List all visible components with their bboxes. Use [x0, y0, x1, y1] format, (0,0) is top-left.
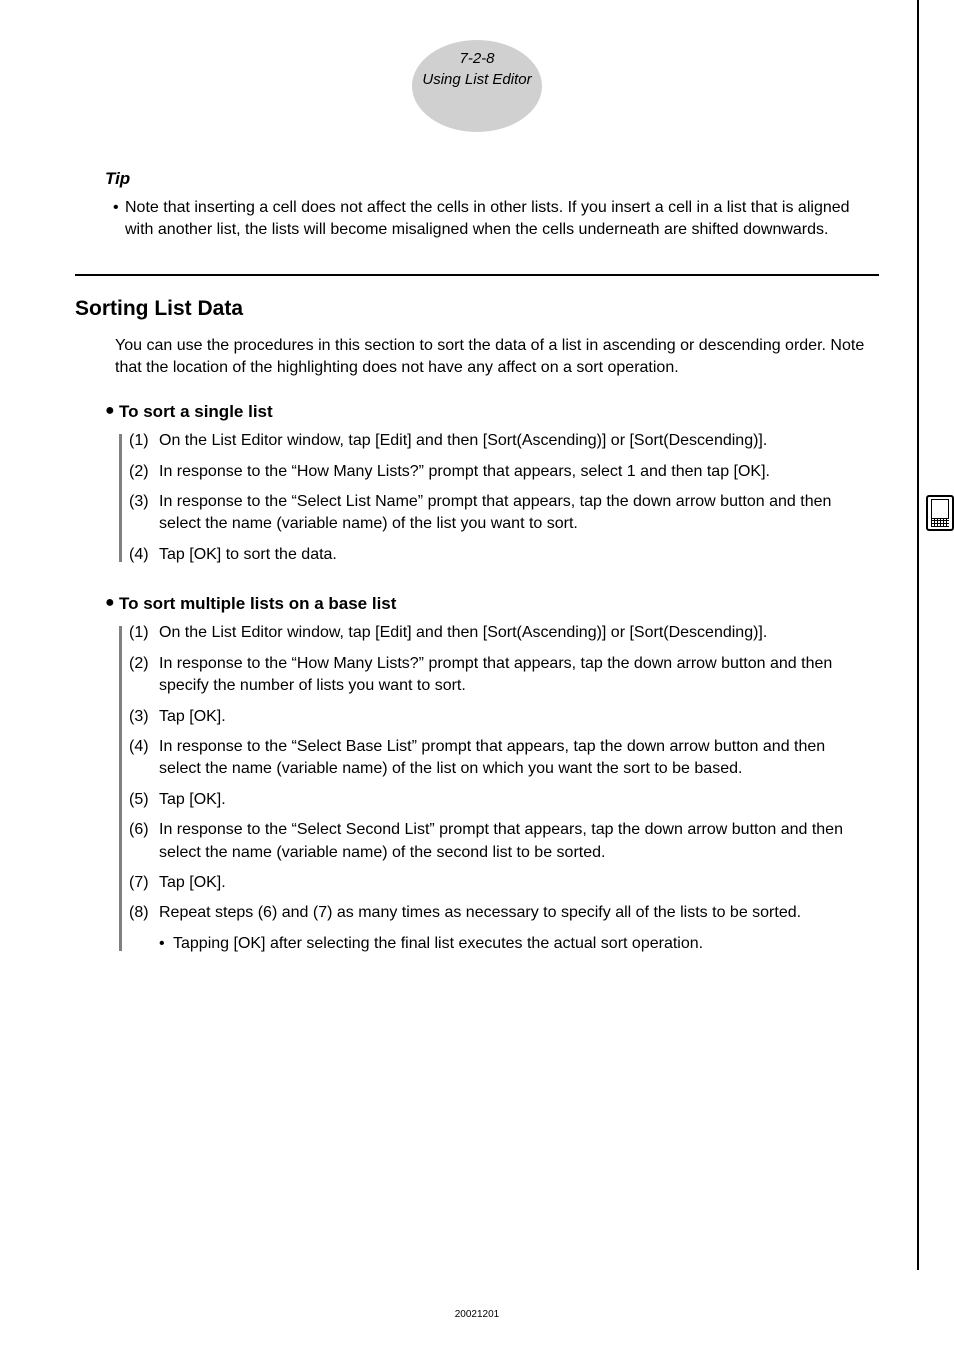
- step-note-text: Tapping [OK] after selecting the final l…: [173, 933, 869, 955]
- step-num: (3): [129, 491, 159, 536]
- step-text: In response to the “How Many Lists?” pro…: [159, 461, 869, 483]
- step-num: (4): [129, 544, 159, 566]
- disc-bullet: ●: [105, 400, 119, 422]
- section-intro: You can use the procedures in this secti…: [115, 335, 869, 380]
- step-num: (6): [129, 819, 159, 864]
- step-text: In response to the “Select List Name” pr…: [159, 491, 869, 536]
- step-text: Tap [OK].: [159, 789, 869, 811]
- step-text: On the List Editor window, tap [Edit] an…: [159, 622, 869, 644]
- step-note: •Tapping [OK] after selecting the final …: [159, 933, 869, 955]
- page-number: 7-2-8: [412, 48, 542, 69]
- step-num: (3): [129, 706, 159, 728]
- step-text: Tap [OK] to sort the data.: [159, 544, 869, 566]
- step-num: (5): [129, 789, 159, 811]
- step-text: In response to the “Select Base List” pr…: [159, 736, 869, 781]
- disc-bullet: ●: [105, 592, 119, 614]
- subheading-row-2: ●To sort multiple lists on a base list: [105, 592, 879, 616]
- step-text: On the List Editor window, tap [Edit] an…: [159, 430, 869, 452]
- calculator-screen: [931, 499, 949, 519]
- calculator-keypad: [931, 519, 949, 527]
- step-item: (4)Tap [OK] to sort the data.: [129, 544, 869, 566]
- step-text: Repeat steps (6) and (7) as many times a…: [159, 902, 869, 924]
- step-item: (5)Tap [OK].: [129, 789, 869, 811]
- section-heading: Sorting List Data: [75, 294, 879, 323]
- badge-circle: 7-2-8 Using List Editor: [412, 40, 542, 132]
- step-num: (1): [129, 430, 159, 452]
- tip-body: •Note that inserting a cell does not aff…: [113, 197, 869, 242]
- page-header-badge: 7-2-8 Using List Editor: [75, 40, 879, 132]
- step-item: (7)Tap [OK].: [129, 872, 869, 894]
- step-text: Tap [OK].: [159, 706, 869, 728]
- step-num: (7): [129, 872, 159, 894]
- step-item: (2)In response to the “How Many Lists?” …: [129, 653, 869, 698]
- tip-text: Note that inserting a cell does not affe…: [125, 197, 867, 242]
- bullet-dot: •: [159, 933, 173, 955]
- step-item: (3)Tap [OK].: [129, 706, 869, 728]
- section-divider: [75, 274, 879, 276]
- step-item: (1)On the List Editor window, tap [Edit]…: [129, 622, 869, 644]
- page-title: Using List Editor: [412, 69, 542, 90]
- step-text: Tap [OK].: [159, 872, 869, 894]
- step-num: (1): [129, 622, 159, 644]
- subheading-row-1: ●To sort a single list: [105, 400, 879, 424]
- tip-heading: Tip: [105, 167, 879, 191]
- step-item: (2)In response to the “How Many Lists?” …: [129, 461, 869, 483]
- subheading-1: To sort a single list: [119, 402, 273, 421]
- step-item: (4)In response to the “Select Base List”…: [129, 736, 869, 781]
- step-num: (8): [129, 902, 159, 924]
- right-margin-rule: [917, 0, 919, 1270]
- step-num: (4): [129, 736, 159, 781]
- step-text: In response to the “How Many Lists?” pro…: [159, 653, 869, 698]
- step-num: (2): [129, 653, 159, 698]
- step-item: (6)In response to the “Select Second Lis…: [129, 819, 869, 864]
- step-item: (1)On the List Editor window, tap [Edit]…: [129, 430, 869, 452]
- step-item: (3)In response to the “Select List Name”…: [129, 491, 869, 536]
- subheading-2: To sort multiple lists on a base list: [119, 594, 396, 613]
- step-num: (2): [129, 461, 159, 483]
- steps-block-2: (1)On the List Editor window, tap [Edit]…: [119, 622, 869, 955]
- bullet-dot: •: [113, 197, 125, 219]
- calculator-icon: [926, 495, 954, 531]
- steps-block-1: (1)On the List Editor window, tap [Edit]…: [119, 430, 869, 566]
- footer-code: 20021201: [0, 1308, 954, 1322]
- step-item: (8)Repeat steps (6) and (7) as many time…: [129, 902, 869, 924]
- step-text: In response to the “Select Second List” …: [159, 819, 869, 864]
